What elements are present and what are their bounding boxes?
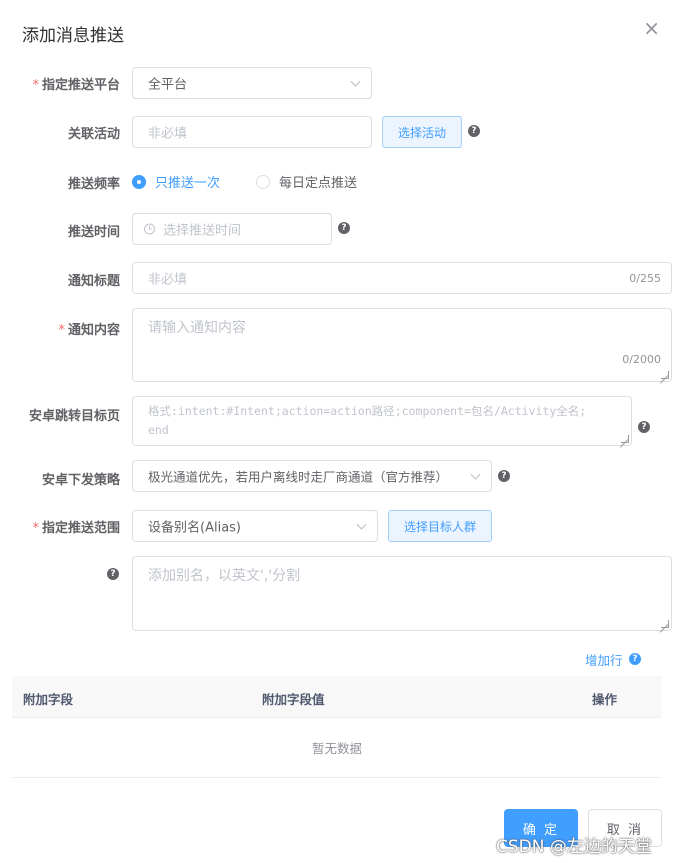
resize-handle-icon[interactable] [661,620,669,628]
android-target-placeholder-line2: end [148,423,169,437]
android-target-placeholder-line1: 格式:intent:#Intent;action=action路径;compon… [148,404,587,418]
table-empty-text: 暂无数据 [12,718,662,778]
push-time-label: 推送时间 [67,225,120,240]
activity-label: 关联活动 [67,127,120,142]
radio-once[interactable]: 只推送一次 [132,172,220,191]
column-header: 附加字段值 [262,692,325,707]
resize-handle-icon[interactable] [621,435,629,443]
push-time-picker[interactable]: 选择推送时间 [132,213,332,245]
column-header: 附加字段 [23,692,74,707]
android-strategy-label: 安卓下发策略 [41,473,120,488]
dialog-title: 添加消息推送 [22,26,124,46]
activity-input[interactable]: 非必填 [132,116,372,148]
help-icon[interactable]: ? [498,470,510,482]
close-icon[interactable]: × [643,18,660,38]
select-target-group-button[interactable]: 选择目标人群 [388,510,492,542]
android-strategy-value: 极光通道优先，若用户离线时走厂商通道（官方推荐） [148,469,449,485]
required-mark: * [32,78,39,93]
table-header: 附加字段 附加字段值 操作 [12,676,662,718]
alias-textarea[interactable]: 添加别名，以英文','分割 [132,556,672,631]
char-counter: 0/255 [629,272,661,285]
help-icon[interactable]: ? [338,222,350,234]
platform-select[interactable]: 全平台 [132,67,372,99]
add-push-dialog: 添加消息推送 × * 指定推送平台 全平台 关联活动 非必填 选择活动 ? 推送频… [0,0,682,863]
chevron-down-icon [350,76,361,87]
scope-label: * 指定推送范围 [32,521,120,536]
scope-select-value: 设备别名(Alias) [148,520,241,536]
help-icon[interactable]: ? [468,125,480,137]
alias-placeholder: 添加别名，以英文','分割 [148,568,301,584]
platform-select-value: 全平台 [148,77,188,93]
scope-select[interactable]: 设备别名(Alias) [132,510,378,542]
notification-content-placeholder: 请输入通知内容 [148,320,246,336]
watermark: CSDN @左边的天堂 [496,837,652,857]
android-strategy-select[interactable]: 极光通道优先，若用户离线时走厂商通道（官方推荐） [132,460,492,492]
android-target-textarea[interactable]: 格式:intent:#Intent;action=action路径;compon… [132,396,632,446]
notification-title-input[interactable]: 非必填 0/255 [132,262,672,294]
notification-content-label: * 通知内容 [58,323,120,338]
push-time-placeholder: 选择推送时间 [163,223,242,239]
required-mark: * [32,521,39,536]
column-header: 操作 [592,692,618,707]
android-target-label: 安卓跳转目标页 [28,409,120,424]
activity-input-placeholder: 非必填 [148,126,188,142]
help-icon[interactable]: ? [107,568,119,580]
platform-label: * 指定推送平台 [32,78,120,93]
notification-title-placeholder: 非必填 [148,272,188,288]
radio-checked-icon [132,174,146,189]
help-icon[interactable]: ? [629,653,641,665]
frequency-label: 推送频率 [67,177,120,192]
help-icon[interactable]: ? [638,421,650,433]
clock-icon [144,223,155,235]
radio-once-label: 只推送一次 [155,176,221,191]
char-counter: 0/2000 [622,353,661,366]
radio-daily-label: 每日定点推送 [279,176,358,191]
extra-fields-table: 附加字段 附加字段值 操作 暂无数据 [12,676,662,778]
radio-daily[interactable]: 每日定点推送 [256,172,357,191]
required-mark: * [58,323,65,338]
resize-handle-icon[interactable] [661,371,669,379]
chevron-down-icon [356,519,367,530]
add-row-link[interactable]: 增加行 [585,650,623,669]
select-activity-button[interactable]: 选择活动 [382,116,462,148]
notification-content-textarea[interactable]: 请输入通知内容 0/2000 [132,308,672,382]
notification-title-label: 通知标题 [67,274,120,289]
chevron-down-icon [470,469,481,480]
radio-unchecked-icon [256,174,270,189]
